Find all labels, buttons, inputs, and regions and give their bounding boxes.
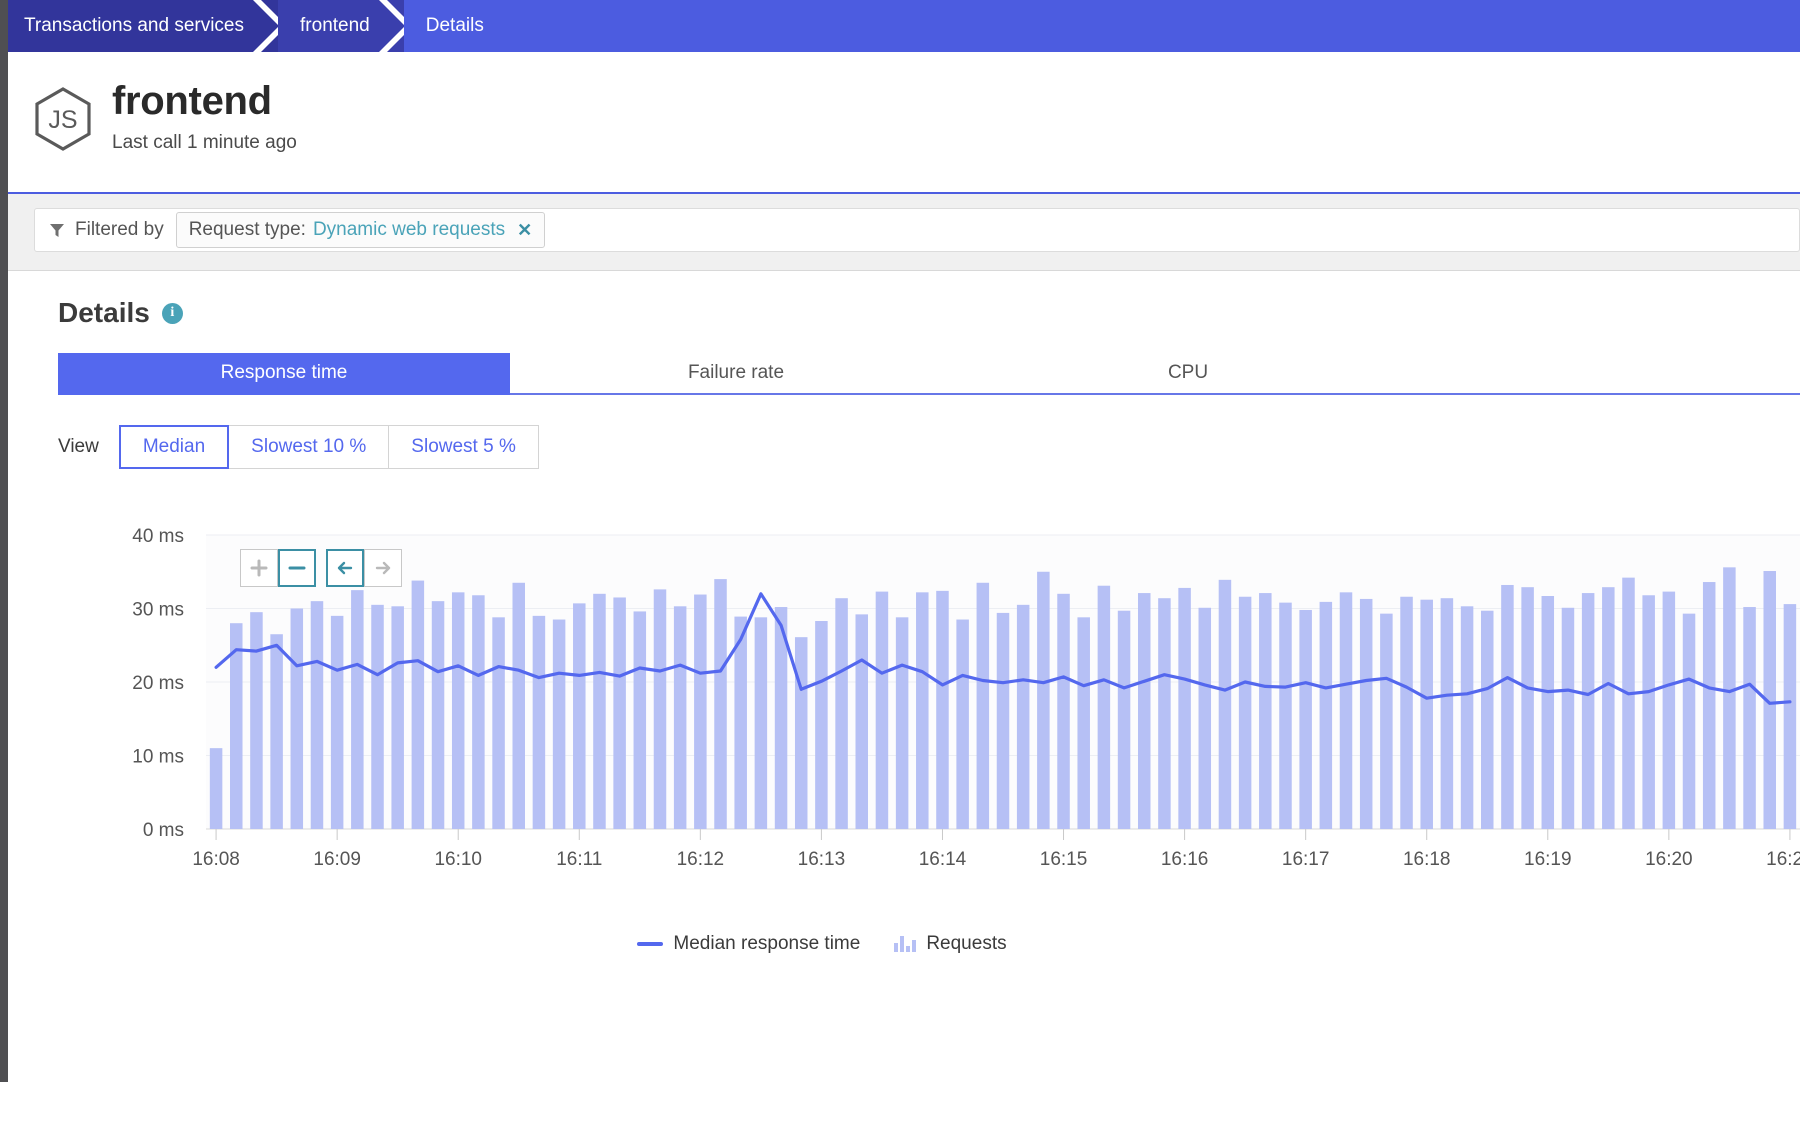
details-title: Details [58, 297, 150, 329]
svg-text:16:21: 16:21 [1766, 849, 1800, 870]
breadcrumb-label: Transactions and services [24, 15, 244, 37]
arrow-right-icon [373, 558, 393, 578]
view-option-label: Median [143, 436, 205, 458]
breadcrumb-item-frontend[interactable]: frontend [278, 0, 404, 52]
svg-text:16:12: 16:12 [677, 849, 725, 870]
view-label: View [58, 436, 99, 458]
svg-text:JS: JS [48, 106, 77, 134]
minus-icon [287, 558, 307, 578]
tab-label: Response time [221, 362, 348, 384]
svg-text:16:15: 16:15 [1040, 849, 1088, 870]
screenshot-root: Transactions and services frontend Detai… [0, 0, 1800, 1142]
chart-zoom-controls [240, 549, 402, 587]
svg-text:10 ms: 10 ms [132, 747, 184, 768]
svg-text:30 ms: 30 ms [132, 600, 184, 621]
response-time-chart: 0 ms 10 ms 20 ms 30 ms 40 ms 16:08 16:09 16:10 1… [34, 525, 1800, 925]
page-title: frontend [112, 80, 297, 122]
pan-left-button[interactable] [326, 549, 364, 587]
filter-box: Filtered by Request type: Dynamic web re… [34, 208, 1800, 252]
filter-chip-key: Request type: [189, 219, 306, 241]
breadcrumb-chevron-icon [253, 0, 279, 52]
svg-text:16:20: 16:20 [1645, 849, 1693, 870]
svg-text:16:11: 16:11 [556, 849, 602, 870]
filter-chip-value: Dynamic web requests [313, 219, 505, 241]
tab-failure-rate[interactable]: Failure rate [510, 353, 962, 395]
view-segmented-control: Median Slowest 10 % Slowest 5 % [119, 425, 539, 469]
info-icon[interactable]: i [162, 303, 183, 324]
view-option-label: Slowest 5 % [411, 436, 516, 458]
details-tabs: Response time Failure rate CPU [34, 353, 1800, 395]
svg-text:16:19: 16:19 [1524, 849, 1572, 870]
filter-chip-request-type[interactable]: Request type: Dynamic web requests ✕ [176, 212, 546, 248]
view-option-slowest-5[interactable]: Slowest 5 % [389, 425, 539, 469]
legend-label: Requests [926, 933, 1006, 955]
legend-item-requests[interactable]: Requests [894, 933, 1006, 955]
entity-header: JS frontend Last call 1 minute ago [8, 52, 1800, 194]
js-hexagon-icon: JS [32, 86, 94, 152]
svg-text:16:16: 16:16 [1161, 849, 1209, 870]
tab-overflow[interactable] [1414, 353, 1800, 395]
zoom-in-button[interactable] [240, 549, 278, 587]
tab-response-time[interactable]: Response time [58, 353, 510, 395]
legend-item-median-response-time[interactable]: Median response time [637, 933, 860, 955]
close-icon[interactable]: ✕ [517, 221, 532, 239]
breadcrumb-item-transactions[interactable]: Transactions and services [8, 0, 278, 52]
breadcrumb-label: frontend [300, 15, 370, 37]
view-row: View Median Slowest 10 % Slowest 5 % [34, 425, 1800, 469]
view-option-median[interactable]: Median [119, 425, 229, 469]
last-call-status: Last call 1 minute ago [112, 132, 297, 154]
pan-button-pair [326, 549, 402, 587]
arrow-left-icon [335, 558, 355, 578]
svg-text:16:17: 16:17 [1282, 849, 1330, 870]
svg-text:0 ms: 0 ms [143, 820, 184, 841]
details-header: Details i [34, 297, 1800, 329]
zoom-button-pair [240, 549, 316, 587]
line-swatch-icon [637, 942, 663, 946]
tab-label: Failure rate [688, 362, 784, 384]
svg-text:16:10: 16:10 [434, 849, 482, 870]
svg-text:16:09: 16:09 [313, 849, 361, 870]
chart-legend: Median response time Requests [34, 933, 1800, 955]
zoom-out-button[interactable] [278, 549, 316, 587]
left-rail [0, 0, 8, 1082]
pan-right-button[interactable] [364, 549, 402, 587]
filter-bar: Filtered by Request type: Dynamic web re… [8, 194, 1800, 271]
svg-text:16:13: 16:13 [798, 849, 846, 870]
breadcrumb-chevron-icon [379, 0, 405, 52]
svg-text:20 ms: 20 ms [132, 673, 184, 694]
breadcrumb-item-details[interactable]: Details [404, 0, 1800, 52]
plus-icon [249, 558, 269, 578]
svg-text:16:14: 16:14 [919, 849, 967, 870]
funnel-icon [49, 222, 65, 238]
breadcrumb-label: Details [426, 15, 484, 37]
app-viewport: Transactions and services frontend Detai… [8, 0, 1800, 1082]
svg-text:16:08: 16:08 [192, 849, 240, 870]
tab-label: CPU [1168, 362, 1208, 384]
svg-text:16:18: 16:18 [1403, 849, 1451, 870]
view-option-slowest-10[interactable]: Slowest 10 % [229, 425, 389, 469]
legend-label: Median response time [673, 933, 860, 955]
breadcrumb: Transactions and services frontend Detai… [8, 0, 1800, 52]
view-option-label: Slowest 10 % [251, 436, 366, 458]
details-card: Details i Response time Failure rate CPU [34, 271, 1800, 955]
svg-text:40 ms: 40 ms [132, 526, 184, 547]
tab-cpu[interactable]: CPU [962, 353, 1414, 395]
bar-chart-icon [894, 936, 916, 952]
filtered-by-label: Filtered by [75, 219, 164, 241]
